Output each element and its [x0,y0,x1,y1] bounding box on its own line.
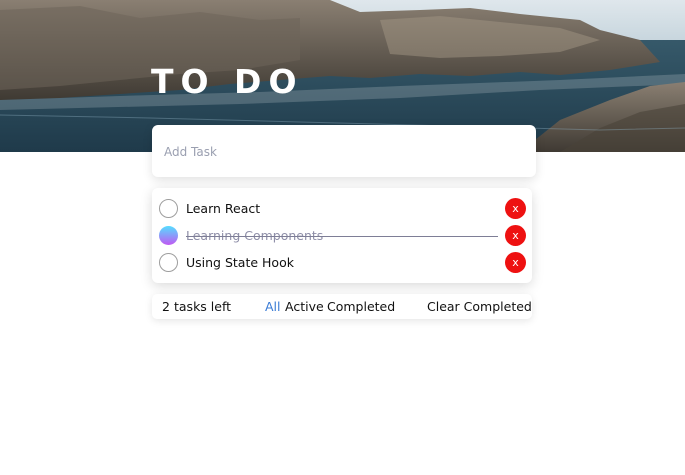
delete-button[interactable]: x [505,225,526,246]
task-item-completed: Learning Components x [152,223,532,249]
task-list: Learn React x Learning Components x Usin… [152,188,532,283]
add-task-card [152,125,536,179]
task-item: Using State Hook x [152,250,532,276]
checkbox-icon[interactable] [159,199,178,218]
tasks-left-label: tasks left [174,299,232,314]
task-label: Learn React [186,201,261,216]
task-label: Using State Hook [186,255,294,270]
checked-checkbox-icon[interactable] [159,226,178,245]
tasks-left-count: 2 [162,299,170,314]
filter-active-button[interactable]: Active [285,299,324,314]
delete-button[interactable]: x [505,198,526,219]
checkbox-icon[interactable] [159,253,178,272]
delete-button[interactable]: x [505,252,526,273]
clear-completed-button[interactable]: Clear Completed [427,299,532,314]
filter-completed-button[interactable]: Completed [327,299,395,314]
page-title: TO DO [151,62,304,101]
task-footer: 2 tasks left All Active Completed Clear … [152,294,532,319]
strikethrough-line [186,236,498,237]
filter-all-button[interactable]: All [265,299,281,314]
task-item: Learn React x [152,196,532,222]
add-task-input[interactable] [162,125,526,179]
